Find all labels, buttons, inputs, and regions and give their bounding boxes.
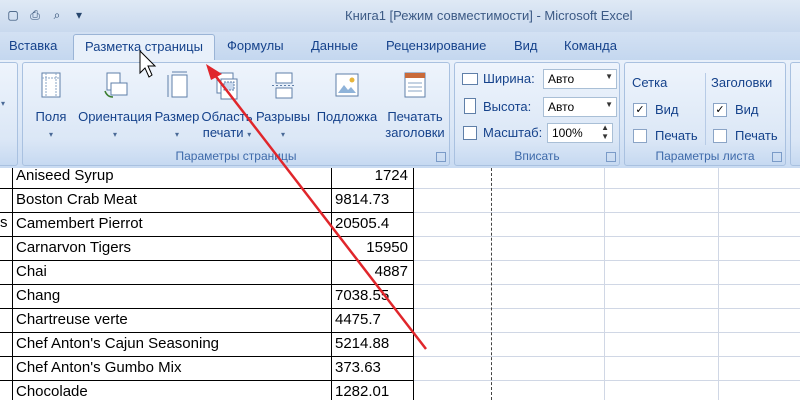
annotation-overlay <box>139 49 427 350</box>
annotation-arrow <box>206 64 427 350</box>
mouse-cursor-icon <box>139 49 157 78</box>
